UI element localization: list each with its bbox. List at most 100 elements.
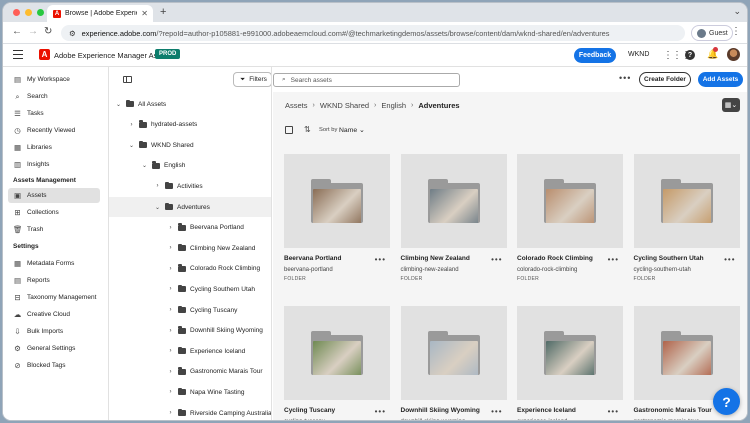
- tree-node[interactable]: › Cycling Tuscany: [109, 300, 271, 320]
- tree-node[interactable]: ⌄ WKND Shared: [109, 135, 271, 155]
- chevron-down-icon[interactable]: ⌄: [115, 101, 122, 108]
- nav-blocked-tags[interactable]: ⊘ Blocked Tags: [8, 358, 100, 373]
- more-actions-icon[interactable]: •••: [619, 73, 631, 83]
- nav-assets[interactable]: ▣ Assets: [8, 188, 100, 203]
- close-tab-icon[interactable]: ✕: [141, 9, 153, 18]
- tree-node[interactable]: › Climbing New Zealand: [109, 238, 271, 258]
- tree-node[interactable]: › Activities: [109, 176, 271, 196]
- tab-list-chevron-icon[interactable]: ⌄: [733, 6, 741, 17]
- search-input[interactable]: ⌕ Search assets: [273, 73, 460, 87]
- breadcrumb-item[interactable]: Assets: [285, 101, 308, 110]
- card-thumbnail[interactable]: [400, 306, 507, 400]
- nav-bulk-imports[interactable]: ⇩ Bulk Imports: [8, 324, 100, 339]
- card-thumbnail[interactable]: [284, 154, 390, 248]
- add-assets-button[interactable]: Add Assets: [698, 72, 743, 87]
- nav-libraries[interactable]: ▦ Libraries: [8, 140, 100, 155]
- select-all-checkbox[interactable]: [285, 126, 293, 134]
- asset-card[interactable]: Experience Icelandexperience-icelandFOLD…: [517, 306, 623, 420]
- chevron-down-icon[interactable]: ⌄: [154, 204, 161, 211]
- card-more-icon[interactable]: •••: [724, 255, 735, 264]
- org-switcher[interactable]: WKND: [628, 51, 649, 58]
- chevron-right-icon[interactable]: ›: [167, 266, 174, 272]
- chevron-right-icon[interactable]: ›: [167, 307, 174, 313]
- nav-metadata-forms[interactable]: ▦ Metadata Forms: [8, 256, 100, 271]
- asset-card[interactable]: Beervana Portland beervana-portland FOLDER…: [284, 154, 390, 282]
- asset-card[interactable]: Climbing New Zealand climbing-new-zealand…: [400, 154, 507, 282]
- breadcrumb-item[interactable]: English: [381, 101, 406, 110]
- card-more-icon[interactable]: •••: [375, 255, 386, 264]
- chevron-right-icon[interactable]: ›: [167, 369, 174, 375]
- tree-node[interactable]: › Downhill Skiing Wyoming: [109, 321, 271, 341]
- sort-order-icon[interactable]: ⇅: [304, 125, 311, 134]
- card-thumbnail[interactable]: [517, 306, 623, 400]
- nav-insights[interactable]: ▥ Insights: [8, 157, 100, 172]
- maximize-window-button[interactable]: [37, 9, 44, 16]
- nav-tasks[interactable]: ☰ Tasks: [8, 106, 100, 121]
- asset-card[interactable]: Colorado Rock Climbing colorado-rock-clim…: [517, 154, 623, 282]
- browser-menu-icon[interactable]: ⋮: [731, 26, 741, 37]
- adobe-logo-icon[interactable]: A: [39, 49, 50, 60]
- nav-creative-cloud[interactable]: ☁ Creative Cloud: [8, 307, 100, 322]
- chevron-right-icon[interactable]: ›: [128, 122, 135, 128]
- forward-icon[interactable]: →: [28, 26, 38, 37]
- nav-search[interactable]: ⌕ Search: [8, 89, 100, 104]
- tree-node[interactable]: ⌄ English: [109, 156, 271, 176]
- view-switcher-button[interactable]: ▦⌄: [722, 98, 740, 112]
- nav-recently-viewed[interactable]: ◷ Recently Viewed: [8, 123, 100, 138]
- chevron-down-icon[interactable]: ⌄: [128, 142, 135, 149]
- card-more-icon[interactable]: •••: [491, 255, 502, 264]
- chevron-right-icon[interactable]: ›: [167, 225, 174, 231]
- card-more-icon[interactable]: •••: [608, 255, 619, 264]
- nav-reports[interactable]: ▤ Reports: [8, 273, 100, 288]
- site-info-icon[interactable]: ⚙: [69, 29, 76, 38]
- card-thumbnail[interactable]: [400, 154, 507, 248]
- reload-icon[interactable]: ↻: [44, 26, 52, 37]
- tree-node[interactable]: › Gastronomic Marais Tour: [109, 362, 271, 382]
- user-avatar[interactable]: [727, 48, 740, 61]
- card-thumbnail[interactable]: [633, 154, 740, 248]
- nav-collections[interactable]: ⊞ Collections: [8, 205, 100, 220]
- browser-tab[interactable]: A Browse | Adobe Experience M ✕: [47, 5, 153, 22]
- tree-node[interactable]: › Riverside Camping Australia: [109, 403, 271, 420]
- card-thumbnail[interactable]: [517, 154, 623, 248]
- tree-node[interactable]: ⌄ All Assets: [109, 94, 271, 114]
- chevron-down-icon[interactable]: ⌄: [141, 162, 148, 169]
- minimize-window-button[interactable]: [25, 9, 32, 16]
- tree-node[interactable]: › Cycling Southern Utah: [109, 279, 271, 299]
- nav-taxonomy-management[interactable]: ⊟ Taxonomy Management: [8, 290, 100, 305]
- back-icon[interactable]: ←: [12, 26, 22, 37]
- card-more-icon[interactable]: •••: [375, 407, 386, 416]
- url-field[interactable]: ⚙ experience.adobe.com/?repoId=author-p1…: [61, 25, 685, 41]
- chevron-right-icon[interactable]: ›: [167, 286, 174, 292]
- hamburger-menu-icon[interactable]: [13, 50, 23, 59]
- asset-card[interactable]: Cycling Southern Utah cycling-southern-ut…: [633, 154, 740, 282]
- tree-node[interactable]: › Napa Wine Tasting: [109, 382, 271, 402]
- asset-card[interactable]: Downhill Skiing Wyomingdownhill-skiing-w…: [400, 306, 507, 420]
- chevron-right-icon[interactable]: ›: [154, 183, 161, 189]
- filters-button[interactable]: ⏷ Filters: [233, 72, 271, 87]
- tree-node[interactable]: › Experience Iceland: [109, 341, 271, 361]
- nav-trash[interactable]: 🗑 Trash: [8, 222, 100, 237]
- card-thumbnail[interactable]: [284, 306, 390, 400]
- card-more-icon[interactable]: •••: [608, 407, 619, 416]
- new-tab-icon[interactable]: +: [160, 6, 166, 18]
- chevron-right-icon[interactable]: ›: [167, 245, 174, 251]
- create-folder-button[interactable]: Create Folder: [639, 72, 691, 87]
- nav-general-settings[interactable]: ⚙ General Settings: [8, 341, 100, 356]
- chevron-right-icon[interactable]: ›: [167, 328, 174, 334]
- toggle-panel-icon[interactable]: [123, 76, 132, 83]
- chevron-right-icon[interactable]: ›: [167, 410, 174, 416]
- help-icon[interactable]: ?: [685, 50, 695, 60]
- help-assistant-button[interactable]: ?: [713, 388, 740, 415]
- card-more-icon[interactable]: •••: [491, 407, 502, 416]
- close-window-button[interactable]: [13, 9, 20, 16]
- chevron-right-icon[interactable]: ›: [167, 389, 174, 395]
- profile-button[interactable]: Guest: [691, 25, 733, 41]
- tree-node[interactable]: › Colorado Rock Climbing: [109, 259, 271, 279]
- chevron-right-icon[interactable]: ›: [167, 348, 174, 354]
- tree-node[interactable]: › hydrated-assets: [109, 115, 271, 135]
- tree-node[interactable]: › Beervana Portland: [109, 218, 271, 238]
- tree-node[interactable]: ⌄ Adventures: [109, 197, 271, 217]
- feedback-button[interactable]: Feedback: [574, 48, 616, 63]
- card-thumbnail[interactable]: [633, 306, 740, 400]
